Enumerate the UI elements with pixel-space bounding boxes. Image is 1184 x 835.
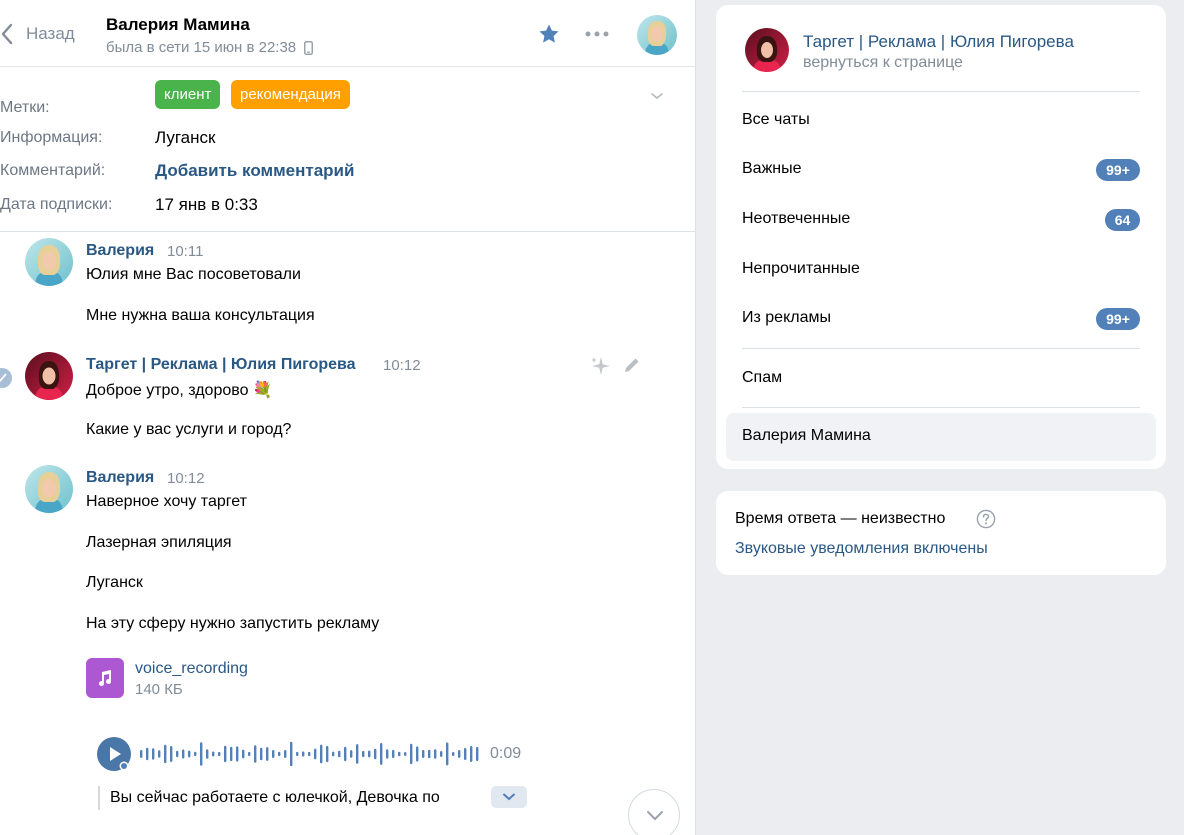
- folder-label: Все чаты: [742, 111, 810, 128]
- star-icon[interactable]: [537, 22, 561, 46]
- peer-status: была в сети 15 июн в 22:38: [106, 39, 314, 56]
- read-check-icon: [0, 368, 12, 388]
- folders-card: Таргет | Реклама | Юлия Пигорева вернуть…: [716, 5, 1166, 469]
- voice-waveform[interactable]: [140, 737, 482, 771]
- subscription-date-label: Дата подписки:: [0, 196, 113, 213]
- music-note-icon: [99, 670, 112, 687]
- folder-unread[interactable]: Непрочитанные: [726, 246, 1156, 294]
- message-author[interactable]: Таргет | Реклама | Юлия Пигорева: [86, 356, 356, 374]
- message-time: 10:12: [383, 357, 421, 374]
- message-text: На эту сферу нужно запустить рекламу: [86, 615, 380, 632]
- folder-spam[interactable]: Спам: [726, 355, 1156, 403]
- chevron-down-icon: [503, 793, 515, 801]
- group-name-link[interactable]: Таргет | Реклама | Юлия Пигорева: [803, 32, 1074, 52]
- folder-label: Из рекламы: [742, 309, 831, 326]
- folder-unanswered[interactable]: Неотвеченные 64: [726, 196, 1156, 244]
- tags-label: Метки:: [0, 99, 50, 116]
- folder-label: Важные: [742, 160, 802, 177]
- folder-label: Спам: [742, 369, 783, 386]
- info-value: Луганск: [155, 128, 216, 147]
- sparkle-icon[interactable]: [589, 354, 613, 378]
- peer-avatar[interactable]: [637, 15, 677, 55]
- back-to-page-link[interactable]: вернуться к странице: [803, 54, 963, 72]
- chevron-down-icon: [647, 811, 663, 821]
- folder-current-chat[interactable]: Валерия Мамина: [726, 413, 1156, 461]
- message-text: Лазерная эпиляция: [86, 534, 232, 551]
- chevron-down-icon[interactable]: [650, 92, 664, 100]
- file-name-link[interactable]: voice_recording: [135, 660, 248, 678]
- message-text: Юлия мне Вас посоветовали: [86, 266, 301, 283]
- expand-transcript-button[interactable]: [491, 786, 527, 808]
- play-button[interactable]: [97, 737, 131, 771]
- folder-label: Неотвеченные: [742, 210, 851, 227]
- message-text: Луганск: [86, 574, 143, 591]
- avatar[interactable]: [25, 465, 73, 513]
- audio-file-attachment[interactable]: [86, 658, 124, 698]
- add-comment-link[interactable]: Добавить комментарий: [155, 161, 354, 181]
- file-size: 140 КБ: [135, 681, 183, 698]
- last-seen-text: была в сети 15 июн в 22:38: [106, 39, 297, 56]
- voice-transcript: Вы сейчас работаете с юлечкой, Девочка п…: [98, 786, 440, 810]
- sound-notifications-link[interactable]: Звуковые уведомления включены: [735, 540, 988, 558]
- more-icon[interactable]: [584, 26, 610, 42]
- divider: [742, 407, 1140, 408]
- response-time-card: Время ответа — неизвестно Звуковые уведо…: [716, 491, 1166, 575]
- message-time: 10:12: [167, 470, 205, 487]
- avatar[interactable]: [25, 352, 73, 400]
- message-author[interactable]: Валерия: [86, 469, 154, 487]
- divider: [742, 348, 1140, 349]
- chat-meta-info: Метки: клиент рекомендация Информация: Л…: [0, 67, 695, 232]
- folder-label: Валерия Мамина: [742, 427, 871, 444]
- folder-from-ads[interactable]: Из рекламы 99+: [726, 295, 1156, 343]
- help-circle-icon[interactable]: [976, 509, 996, 529]
- voice-duration: 0:09: [490, 745, 522, 762]
- comment-label: Комментарий:: [0, 162, 106, 179]
- chat-panel: Назад Валерия Мамина была в сети 15 июн …: [0, 0, 696, 835]
- message-author[interactable]: Валерия: [86, 242, 154, 260]
- group-avatar[interactable]: [745, 28, 789, 72]
- scroll-down-button[interactable]: [628, 789, 680, 835]
- message-text: Мне нужна ваша консультация: [86, 307, 315, 324]
- tag-client[interactable]: клиент: [155, 80, 221, 109]
- avatar[interactable]: [25, 238, 73, 286]
- chevron-left-icon: [1, 23, 13, 45]
- subscription-date-value: 17 янв в 0:33: [155, 195, 258, 214]
- message-text: Наверное хочу таргет: [86, 493, 247, 510]
- info-label: Информация:: [0, 129, 103, 146]
- back-button[interactable]: Назад: [0, 22, 75, 46]
- chat-header: Назад Валерия Мамина была в сети 15 июн …: [0, 0, 695, 67]
- folder-label: Непрочитанные: [742, 260, 860, 277]
- divider: [742, 91, 1140, 92]
- message-text: Доброе утро, здорово 💐: [86, 382, 273, 399]
- folder-important[interactable]: Важные 99+: [726, 146, 1156, 194]
- response-time-text: Время ответа — неизвестно: [735, 510, 946, 527]
- unread-count-badge: 64: [1105, 209, 1140, 231]
- message-text: Какие у вас услуги и город?: [86, 421, 292, 438]
- back-label: Назад: [26, 24, 75, 43]
- folder-all-chats[interactable]: Все чаты: [726, 97, 1156, 145]
- tag-recommendation[interactable]: рекомендация: [231, 80, 350, 109]
- mobile-phone-icon: [304, 40, 314, 55]
- message-time: 10:11: [167, 243, 204, 260]
- unread-count-badge: 99+: [1096, 308, 1140, 330]
- pencil-icon[interactable]: [622, 355, 642, 375]
- peer-name[interactable]: Валерия Мамина: [106, 15, 250, 35]
- play-icon: [110, 747, 129, 771]
- unread-count-badge: 99+: [1096, 159, 1140, 181]
